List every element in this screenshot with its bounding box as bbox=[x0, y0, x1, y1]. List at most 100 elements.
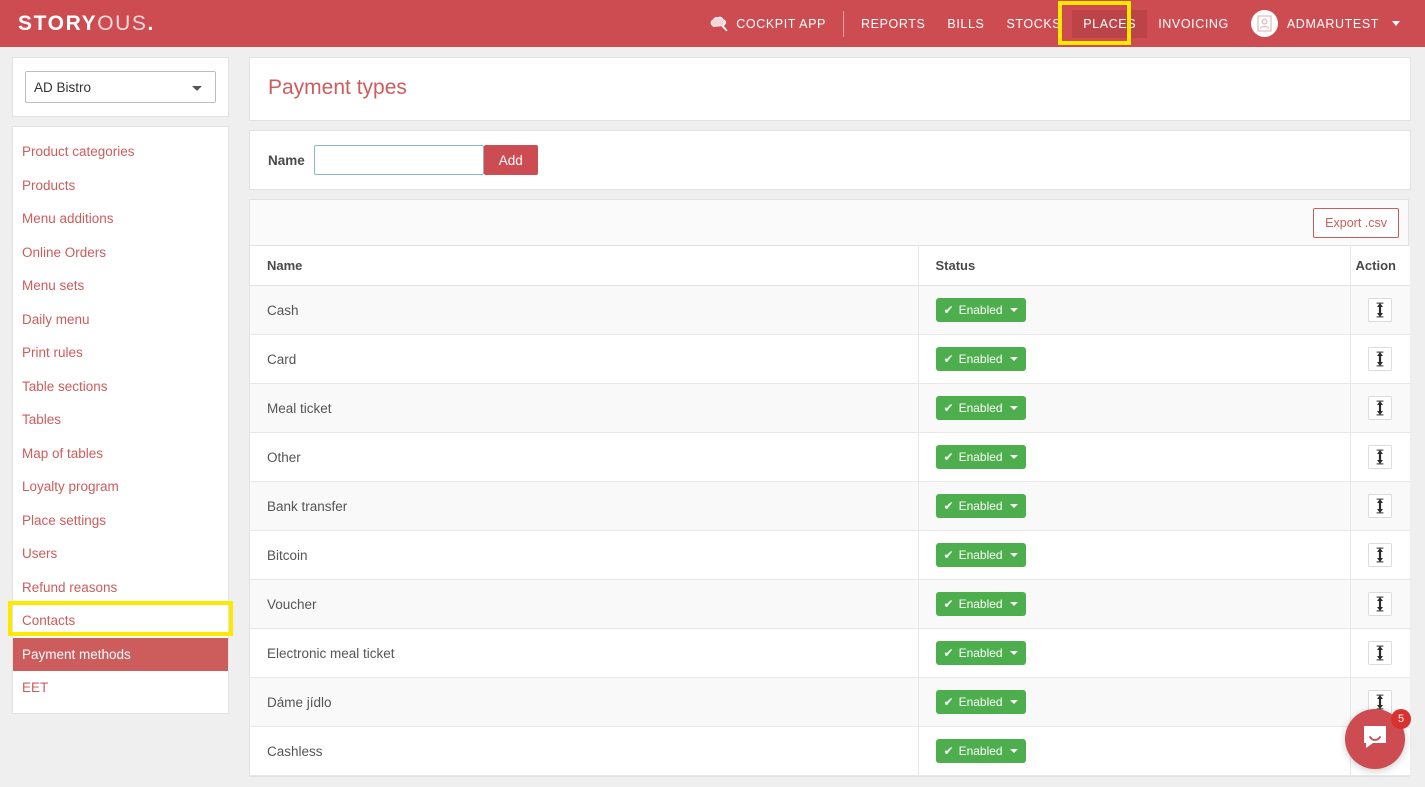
status-label: Enabled bbox=[958, 499, 1003, 513]
move-updown-icon[interactable] bbox=[1368, 641, 1393, 665]
sidebar-item-eet[interactable]: EET bbox=[13, 671, 228, 705]
caret-down-icon bbox=[1009, 504, 1018, 508]
table-row: Dáme jídlo ✔ Enabled bbox=[250, 677, 1410, 727]
status-badge[interactable]: ✔ Enabled bbox=[935, 347, 1026, 371]
sidebar-item-loyalty-program[interactable]: Loyalty program bbox=[13, 470, 228, 504]
nav-item-invoicing[interactable]: INVOICING bbox=[1147, 10, 1240, 38]
table-row: Cashless ✔ Enabled bbox=[250, 726, 1410, 776]
cell-name: Other bbox=[250, 432, 919, 482]
sidebar-item-map-of-tables[interactable]: Map of tables bbox=[13, 437, 228, 471]
status-label: Enabled bbox=[958, 352, 1003, 366]
table-toolbar: Export .csv bbox=[250, 200, 1408, 246]
cell-name: Card bbox=[250, 334, 919, 384]
sidebar-item-table-sections[interactable]: Table sections bbox=[13, 370, 228, 404]
move-updown-icon[interactable] bbox=[1368, 396, 1393, 420]
check-icon: ✔ bbox=[943, 499, 954, 513]
move-updown-icon[interactable] bbox=[1368, 445, 1393, 469]
sidebar-item-users[interactable]: Users bbox=[13, 537, 228, 571]
table-row: Card ✔ Enabled bbox=[250, 334, 1410, 384]
sidebar-item-menu-sets[interactable]: Menu sets bbox=[13, 269, 228, 303]
column-header-action: Action bbox=[1350, 246, 1410, 286]
sidebar-item-product-categories[interactable]: Product categories bbox=[13, 135, 228, 169]
status-badge[interactable]: ✔ Enabled bbox=[935, 543, 1026, 567]
table-row: Bank transfer ✔ Enabled bbox=[250, 481, 1410, 531]
status-label: Enabled bbox=[958, 401, 1003, 415]
place-select[interactable]: AD Bistro bbox=[25, 71, 216, 103]
logo-bold-text: STORY bbox=[18, 11, 98, 35]
cell-status: ✔ Enabled bbox=[918, 432, 1351, 482]
status-badge[interactable]: ✔ Enabled bbox=[935, 592, 1026, 616]
status-badge[interactable]: ✔ Enabled bbox=[935, 445, 1026, 469]
nav-item-reports[interactable]: REPORTS bbox=[850, 10, 936, 38]
status-label: Enabled bbox=[958, 744, 1003, 758]
nav-item-bills[interactable]: BILLS bbox=[936, 10, 995, 38]
sidebar-item-contacts[interactable]: Contacts bbox=[13, 604, 228, 638]
check-icon: ✔ bbox=[943, 695, 954, 709]
add-payment-type-form: Name Add bbox=[249, 130, 1411, 190]
sidebar-item-payment-methods[interactable]: Payment methods bbox=[13, 637, 228, 671]
table-body: Cash ✔ Enabled Card ✔ Enabled Meal ticket ✔ Enab… bbox=[250, 285, 1410, 776]
cell-status: ✔ Enabled bbox=[918, 285, 1351, 335]
cell-name: Electronic meal ticket bbox=[250, 628, 919, 678]
user-menu[interactable]: ADMARUTEST bbox=[1240, 3, 1411, 44]
move-updown-icon[interactable] bbox=[1368, 347, 1393, 371]
table-header-row: Name Status Action bbox=[250, 246, 1410, 286]
status-badge[interactable]: ✔ Enabled bbox=[935, 690, 1026, 714]
caret-down-icon bbox=[1009, 553, 1018, 557]
avatar bbox=[1250, 10, 1278, 37]
column-header-name: Name bbox=[250, 246, 919, 286]
cell-status: ✔ Enabled bbox=[918, 334, 1351, 384]
status-badge[interactable]: ✔ Enabled bbox=[935, 739, 1026, 763]
name-input[interactable] bbox=[313, 145, 484, 175]
caret-down-icon bbox=[1009, 406, 1018, 410]
nav-item-stocks[interactable]: STOCKS bbox=[995, 10, 1072, 38]
sidebar-item-daily-menu[interactable]: Daily menu bbox=[13, 303, 228, 337]
move-updown-icon[interactable] bbox=[1368, 592, 1393, 616]
cell-status: ✔ Enabled bbox=[918, 530, 1351, 580]
sidebar-item-print-rules[interactable]: Print rules bbox=[13, 336, 228, 370]
cell-action bbox=[1350, 432, 1410, 482]
top-navigation-bar: STORYOUS. COCKPIT APP REPORTS BILLS STOC… bbox=[0, 0, 1425, 47]
status-label: Enabled bbox=[958, 695, 1003, 709]
move-updown-icon[interactable] bbox=[1368, 494, 1393, 518]
chat-bubble-icon bbox=[1361, 723, 1389, 756]
page-title: Payment types bbox=[268, 76, 407, 99]
status-badge[interactable]: ✔ Enabled bbox=[935, 641, 1026, 665]
table-head: Name Status Action bbox=[250, 246, 1410, 286]
sidebar-item-online-orders[interactable]: Online Orders bbox=[13, 236, 228, 270]
sidebar-item-refund-reasons[interactable]: Refund reasons bbox=[13, 571, 228, 605]
caret-down-icon bbox=[1392, 21, 1400, 26]
nav-item-cockpit-app[interactable]: COCKPIT APP bbox=[699, 9, 837, 39]
cell-action bbox=[1350, 285, 1410, 335]
nav-item-places[interactable]: PLACES bbox=[1072, 9, 1148, 38]
sidebar-item-place-settings[interactable]: Place settings bbox=[13, 504, 228, 538]
status-label: Enabled bbox=[958, 548, 1003, 562]
status-badge[interactable]: ✔ Enabled bbox=[935, 396, 1026, 420]
sidebar-item-tables[interactable]: Tables bbox=[13, 403, 228, 437]
intercom-messenger-launcher[interactable] bbox=[1345, 709, 1405, 769]
status-badge[interactable]: ✔ Enabled bbox=[935, 494, 1026, 518]
check-icon: ✔ bbox=[943, 450, 954, 464]
add-button[interactable]: Add bbox=[483, 145, 538, 175]
cell-name: Cash bbox=[250, 285, 919, 335]
sidebar-item-menu-additions[interactable]: Menu additions bbox=[13, 202, 228, 236]
table-row: Meal ticket ✔ Enabled bbox=[250, 383, 1410, 433]
table-row: Voucher ✔ Enabled bbox=[250, 579, 1410, 629]
status-badge[interactable]: ✔ Enabled bbox=[935, 298, 1026, 322]
page-title-panel: Payment types bbox=[249, 57, 1411, 121]
caret-down-icon bbox=[1009, 357, 1018, 361]
caret-down-icon bbox=[1009, 651, 1018, 655]
cell-status: ✔ Enabled bbox=[918, 481, 1351, 531]
sidebar-item-products[interactable]: Products bbox=[13, 169, 228, 203]
cell-status: ✔ Enabled bbox=[918, 383, 1351, 433]
export-csv-button[interactable]: Export .csv bbox=[1313, 207, 1399, 238]
chef-hat-icon bbox=[710, 16, 729, 32]
move-updown-icon[interactable] bbox=[1368, 543, 1393, 567]
status-label: Enabled bbox=[958, 597, 1003, 611]
cell-name: Dáme jídlo bbox=[250, 677, 919, 727]
check-icon: ✔ bbox=[943, 646, 954, 660]
storyous-logo[interactable]: STORYOUS. bbox=[18, 12, 155, 36]
payment-types-table-panel: Export .csv Name Status Action Cash ✔ Enab… bbox=[249, 199, 1410, 777]
move-updown-icon[interactable] bbox=[1368, 298, 1393, 322]
main-nav: COCKPIT APP REPORTS BILLS STOCKS PLACES … bbox=[699, 0, 1425, 47]
